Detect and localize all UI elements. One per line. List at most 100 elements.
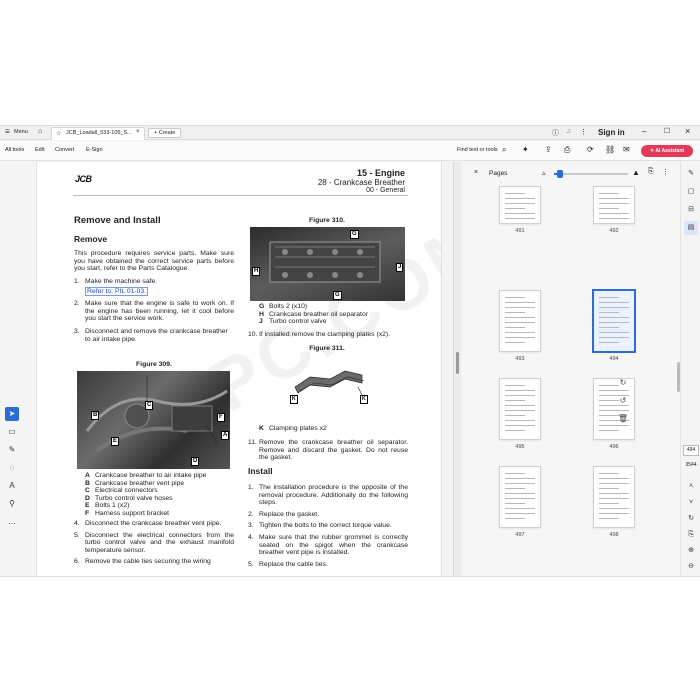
figure-310-legend: G Bolts 2 (x10) H Crankcase breather oil se… <box>259 303 407 326</box>
step-3-text: Disconnect and remove the crankcase brea… <box>85 327 228 343</box>
rotate-clockwise-icon[interactable]: ↻ <box>616 376 630 390</box>
ai-assistant-button[interactable]: ✧ AI Assistant <box>641 145 693 157</box>
close-tab-icon[interactable]: × <box>136 129 140 135</box>
upload-icon[interactable]: ⇪ <box>545 145 552 154</box>
rotate-counterclockwise-icon[interactable]: ↺ <box>616 394 630 408</box>
header-section: 15 - Engine <box>356 168 405 178</box>
menu-all-tools[interactable]: All tools <box>5 147 24 153</box>
close-window-icon[interactable]: × <box>685 126 690 136</box>
close-panel-icon[interactable]: × <box>474 169 478 176</box>
comment-panel-icon[interactable]: ▢ <box>684 185 698 199</box>
menu-convert[interactable]: Convert <box>55 147 74 153</box>
print-icon[interactable]: ⎙ <box>564 145 570 155</box>
thumbnail-line <box>505 498 535 499</box>
zoom-out-icon[interactable]: ⊖ <box>684 560 698 574</box>
star-icon[interactable]: ☆ <box>56 130 61 137</box>
menu-edit[interactable]: Edit <box>35 147 44 153</box>
legend-key: K <box>259 425 264 432</box>
lasso-icon[interactable]: ◌ <box>5 461 19 475</box>
thumbnail-line <box>599 208 619 209</box>
home-icon[interactable]: ⌂ <box>38 128 42 135</box>
pages-title: Pages <box>489 170 508 177</box>
thumbnail-line <box>599 218 629 219</box>
figure-311-legend: K Clamping plates x2 <box>259 425 407 433</box>
legend-key: H <box>259 310 264 318</box>
current-page-input[interactable]: 494 <box>683 445 699 456</box>
chevron-up-icon[interactable]: ˄ <box>684 480 698 494</box>
help-icon[interactable]: ⓘ <box>552 128 559 138</box>
stamp-icon[interactable]: ⚲ <box>5 497 19 511</box>
page-thumbnail[interactable] <box>499 378 541 440</box>
thumbnail-size-slider[interactable] <box>554 170 628 178</box>
thumbnail-line <box>505 410 535 411</box>
create-label: Create <box>158 130 176 136</box>
parts-reference-link[interactable]: Refer to: PIL 01-03. <box>85 286 149 296</box>
maximize-icon[interactable]: ☐ <box>664 127 670 135</box>
zoom-in-icon[interactable]: ⊕ <box>684 544 698 558</box>
legend-row: E Bolts 1 (x2) <box>85 502 235 510</box>
page-number-label: 498 <box>609 532 619 538</box>
share-icon[interactable]: ⟳ <box>587 145 594 154</box>
menu-label[interactable]: Menu <box>14 129 28 135</box>
sign-in-button[interactable]: Sign in <box>598 128 625 137</box>
panel-splitter[interactable] <box>453 162 461 576</box>
link-icon[interactable]: ⛓ <box>605 145 615 154</box>
page-thumbnail[interactable] <box>593 186 635 224</box>
page-number-label: 492 <box>609 228 619 234</box>
thumbnail-line <box>505 332 535 333</box>
more-tools-icon[interactable]: … <box>5 515 19 529</box>
mail-icon[interactable]: ✉ <box>623 145 630 154</box>
thumbnail-line <box>599 342 619 343</box>
find-input[interactable]: Find text or tools <box>457 147 498 153</box>
pages-panel-icon[interactable]: ▤ <box>684 221 698 235</box>
edit-pdf-icon[interactable]: ✎ <box>684 167 698 181</box>
step-2: 2. Make sure that the engine is safe to … <box>74 300 234 323</box>
legend-text: Clamping plates x2 <box>269 425 327 432</box>
legend-text: Harness support bracket <box>95 509 170 517</box>
menu-esign[interactable]: E-Sign <box>86 147 103 153</box>
thumbnail-line <box>599 518 619 519</box>
zoom-out-thumbnails-icon[interactable]: ▵ <box>542 169 546 177</box>
delete-page-icon[interactable]: 🗑 <box>616 412 630 426</box>
splitter-handle[interactable] <box>456 352 459 374</box>
text-box-icon[interactable]: A <box>5 479 19 493</box>
page-options-icon[interactable]: ⎘ <box>648 168 654 176</box>
thumbnail-line <box>599 513 629 514</box>
thumbnail-line <box>599 297 619 298</box>
thumbnail-line <box>505 503 525 504</box>
slider-thumb[interactable] <box>557 170 563 178</box>
chevron-down-icon[interactable]: ˅ <box>684 496 698 510</box>
thumbnail-line <box>599 332 629 333</box>
page-thumbnail[interactable] <box>499 466 541 528</box>
page-thumbnail[interactable] <box>499 186 541 224</box>
notifications-icon[interactable]: ♫ <box>566 128 571 135</box>
create-button[interactable]: + Create <box>148 128 182 138</box>
page-thumbnail[interactable] <box>593 466 635 528</box>
legend-row: D Turbo control valve hoses <box>85 495 235 503</box>
zoom-in-thumbnails-icon[interactable]: ▲ <box>632 168 640 177</box>
minimize-icon[interactable]: – <box>642 127 646 136</box>
thumbnail-line <box>505 317 535 318</box>
thumbnail-line <box>599 213 629 214</box>
page-thumbnail[interactable] <box>499 290 541 352</box>
step-4: 4. Disconnect the crankcase breather ven… <box>74 520 234 528</box>
apps-icon[interactable]: ⋮ <box>580 128 587 136</box>
more-options-icon[interactable]: ⋮ <box>662 168 669 176</box>
thumbnail-line <box>599 302 629 303</box>
page-thumbnail[interactable] <box>592 289 636 353</box>
document-tab[interactable]: ☆ JCB_Loadall_533-105_S... × <box>51 127 145 140</box>
pen-icon[interactable]: ✎ <box>5 443 19 457</box>
thumbnail-line <box>505 488 525 489</box>
hamburger-icon[interactable]: ☰ <box>5 129 10 135</box>
refresh-icon[interactable]: ↻ <box>684 512 698 526</box>
comment-icon[interactable]: ▭ <box>5 425 19 439</box>
menu-bar: All tools Edit Convert E-Sign Find text … <box>0 141 700 161</box>
plus-icon: + <box>154 130 158 136</box>
pages-panel: × Pages ▵ ▲ ⎘ ⋮ 491 492 493 494 495 496 497 498… <box>462 162 680 576</box>
install-step-5-text: Replace the cable ties. <box>259 560 328 568</box>
bookmarks-icon[interactable]: ⊟ <box>684 203 698 217</box>
document-icon[interactable]: ⎘ <box>684 528 698 542</box>
search-icon[interactable]: ⌕ <box>502 145 506 155</box>
sparkle-icon[interactable]: ✦ <box>522 145 529 154</box>
select-cursor-icon[interactable]: ➤ <box>5 407 19 421</box>
